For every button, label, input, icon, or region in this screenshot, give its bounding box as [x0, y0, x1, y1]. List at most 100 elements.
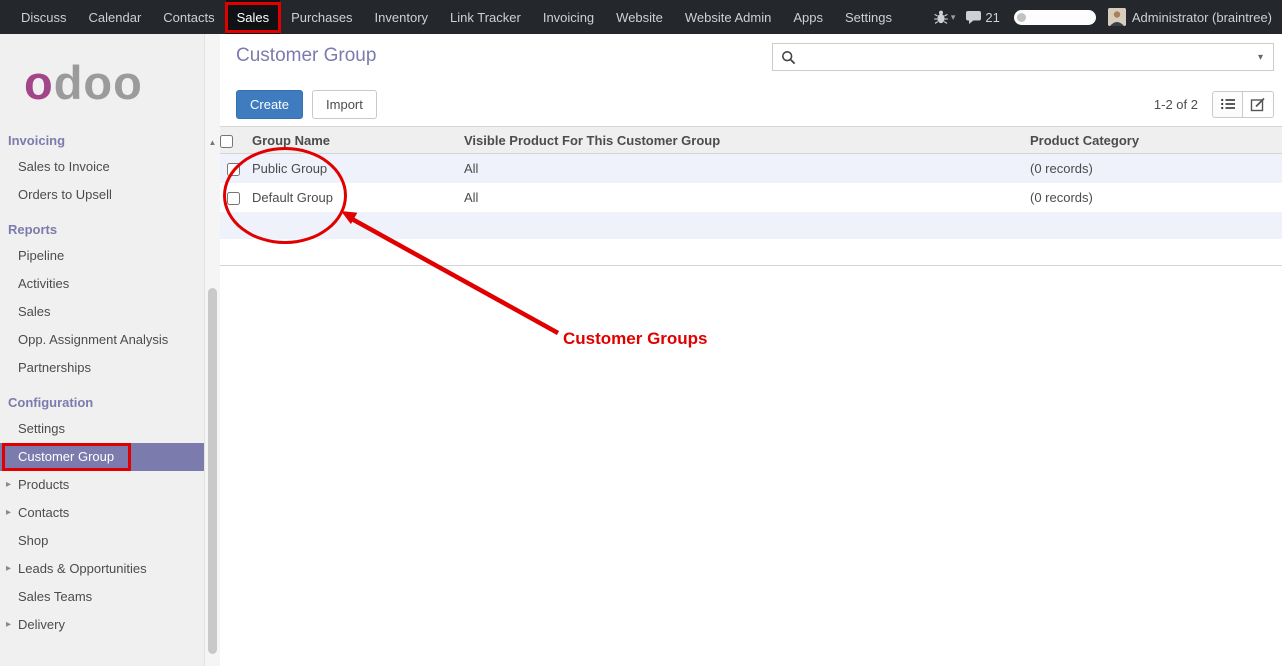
cell-group-name: Default Group [246, 183, 458, 212]
sidebar-item-customer-group[interactable]: Customer Group [0, 443, 204, 471]
sidebar-item-label: Pipeline [18, 248, 64, 263]
sidebar-item-leads-opportunities[interactable]: ▸ Leads & Opportunities [0, 555, 204, 583]
list-view-button[interactable] [1212, 91, 1243, 118]
row-checkbox-cell [220, 183, 246, 212]
sidebar-item-label: Partnerships [18, 360, 91, 375]
menu-invoicing[interactable]: Invoicing [532, 0, 605, 34]
menu-purchases[interactable]: Purchases [280, 0, 363, 34]
sidebar-item-partnerships[interactable]: Partnerships [0, 354, 204, 382]
sidebar-item-activities[interactable]: Activities [0, 270, 204, 298]
row-checkbox-cell [220, 154, 246, 183]
sidebar-item-delivery[interactable]: ▸ Delivery [0, 611, 204, 639]
select-all-cell [220, 127, 246, 154]
menu-website-admin[interactable]: Website Admin [674, 0, 782, 34]
menu-settings[interactable]: Settings [834, 0, 903, 34]
column-product-category[interactable]: Product Category [1024, 127, 1282, 154]
top-menu: Discuss Calendar Contacts Sales Purchase… [10, 0, 903, 34]
menu-discuss[interactable]: Discuss [10, 0, 78, 34]
sidebar-item-sales[interactable]: Sales [0, 298, 204, 326]
scroll-up-icon[interactable]: ▲ [205, 138, 220, 147]
pager: 1-2 of 2 [1154, 97, 1198, 112]
logo-letter: o [24, 56, 54, 109]
table-header-row: Group Name Visible Product For This Cust… [220, 127, 1282, 154]
menu-sales-label: Sales [237, 10, 270, 25]
menu-inventory[interactable]: Inventory [364, 0, 439, 34]
control-panel: Customer Group ▾ [220, 34, 1282, 82]
row-checkbox[interactable] [227, 163, 240, 176]
recorder-pill [1014, 10, 1096, 25]
sidebar-item-sales-teams[interactable]: Sales Teams [0, 583, 204, 611]
cell-visible-product: All [458, 183, 1024, 212]
sidebar-item-label: Delivery [18, 617, 65, 632]
sidebar-item-opp-assignment-analysis[interactable]: Opp. Assignment Analysis [0, 326, 204, 354]
cell-group-name: Public Group [246, 154, 458, 183]
sidebar-item-label: Settings [18, 421, 65, 436]
sidebar-item-label: Leads & Opportunities [18, 561, 147, 576]
sidebar-item-shop[interactable]: Shop [0, 527, 204, 555]
expand-arrow-icon: ▸ [6, 611, 11, 639]
form-view-icon [1250, 97, 1266, 112]
empty-row [220, 212, 1282, 239]
sidebar-item-contacts[interactable]: ▸ Contacts [0, 499, 204, 527]
menu-apps[interactable]: Apps [782, 0, 834, 34]
sidebar-item-label: Sales to Invoice [18, 159, 110, 174]
chevron-down-icon[interactable]: ▾ [951, 12, 956, 23]
sidebar-section-configuration: Configuration [0, 382, 204, 415]
form-view-button[interactable] [1243, 91, 1274, 118]
select-all-checkbox[interactable] [220, 135, 233, 148]
view-switcher [1212, 91, 1274, 118]
expand-arrow-icon: ▸ [6, 499, 11, 527]
sidebar-item-label: Contacts [18, 505, 69, 520]
sidebar-item-label: Customer Group [18, 449, 114, 464]
menu-calendar[interactable]: Calendar [78, 0, 153, 34]
customer-group-table: Group Name Visible Product For This Cust… [220, 126, 1282, 266]
avatar[interactable] [1108, 8, 1126, 26]
sidebar-section-invoicing: Invoicing [0, 120, 204, 153]
search-icon [781, 50, 796, 65]
search-input[interactable] [796, 50, 1252, 65]
import-button[interactable]: Import [312, 90, 377, 119]
sidebar-item-settings[interactable]: Settings [0, 415, 204, 443]
odoo-app-window: Discuss Calendar Contacts Sales Purchase… [0, 0, 1282, 666]
user-menu[interactable]: Administrator (braintree) [1132, 10, 1272, 25]
search-dropdown-icon[interactable]: ▾ [1252, 52, 1269, 63]
sidebar-item-sales-to-invoice[interactable]: Sales to Invoice [0, 153, 204, 181]
bug-icon[interactable] [933, 9, 949, 25]
chat-icon[interactable] [965, 9, 982, 25]
cell-product-category: (0 records) [1024, 154, 1282, 183]
menu-website[interactable]: Website [605, 0, 674, 34]
sidebar-item-label: Opp. Assignment Analysis [18, 332, 168, 347]
sidebar-item-products[interactable]: ▸Products [0, 471, 204, 499]
topbar-right: ▾ 21 Administrator (braintree) [933, 0, 1282, 34]
menu-contacts[interactable]: Contacts [152, 0, 225, 34]
row-checkbox[interactable] [227, 192, 240, 205]
create-button[interactable]: Create [236, 90, 303, 119]
body-row: odoo Invoicing Sales to Invoice Orders t… [0, 34, 1282, 666]
expand-arrow-icon: ▸ [6, 555, 11, 583]
sidebar-item-label: Orders to Upsell [18, 187, 112, 202]
sidebar-item-label: Activities [18, 276, 69, 291]
sidebar: odoo Invoicing Sales to Invoice Orders t… [0, 34, 204, 666]
menu-link-tracker[interactable]: Link Tracker [439, 0, 532, 34]
sidebar-section-reports: Reports [0, 209, 204, 242]
cell-visible-product: All [458, 154, 1024, 183]
scrollbar-thumb[interactable] [208, 288, 217, 654]
expand-arrow-icon: ▸ [6, 471, 11, 499]
empty-row [220, 239, 1282, 266]
sidebar-item-orders-to-upsell[interactable]: Orders to Upsell [0, 181, 204, 209]
page-title: Customer Group [236, 45, 376, 67]
sidebar-scrollbar[interactable]: ▲ [204, 34, 220, 666]
button-bar: Create Import 1-2 of 2 [220, 82, 1282, 126]
pager-area: 1-2 of 2 [1154, 91, 1282, 118]
column-group-name[interactable]: Group Name [246, 127, 458, 154]
message-count-badge: 21 [985, 10, 999, 25]
sidebar-item-pipeline[interactable]: Pipeline [0, 242, 204, 270]
table-row-default-group[interactable]: Default Group All (0 records) [220, 183, 1282, 212]
sidebar-item-label: Sales Teams [18, 589, 92, 604]
table-row-public-group[interactable]: Public Group All (0 records) [220, 154, 1282, 183]
sidebar-item-label: Sales [18, 304, 51, 319]
menu-sales[interactable]: Sales [226, 0, 281, 34]
recorder-dot-icon [1017, 13, 1026, 22]
column-visible-product[interactable]: Visible Product For This Customer Group [458, 127, 1024, 154]
odoo-logo: odoo [0, 34, 204, 120]
